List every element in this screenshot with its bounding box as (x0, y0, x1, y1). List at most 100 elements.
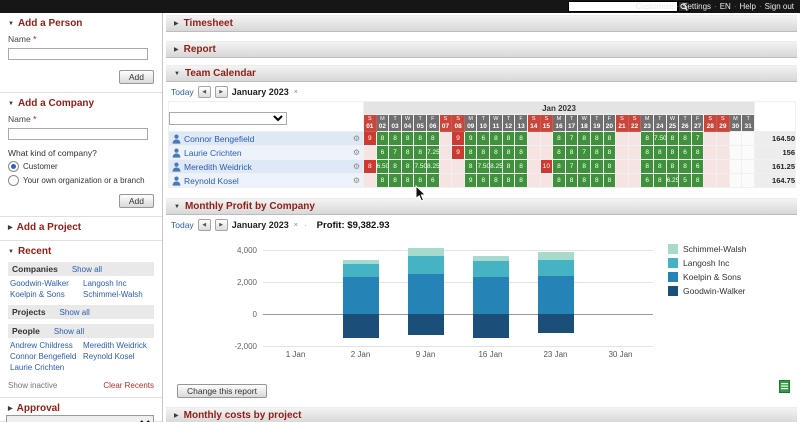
calendar-cell[interactable]: 8 (489, 145, 503, 160)
calendar-cell[interactable]: 8 (552, 145, 566, 160)
calendar-cell[interactable]: 8 (375, 131, 390, 146)
calendar-cell[interactable]: 8.25 (489, 159, 503, 174)
recent-header[interactable]: ▼ Recent (8, 246, 154, 257)
section-monthly-profit[interactable]: ▼ Monthly Profit by Company (166, 198, 797, 215)
show-inactive-link[interactable]: Show inactive (8, 381, 57, 390)
bar-segment-goodwin-walker[interactable] (537, 314, 574, 334)
calendar-cell[interactable]: 8 (602, 131, 617, 146)
gear-icon[interactable]: ⚙ (353, 175, 360, 187)
calendar-cell[interactable] (703, 145, 718, 160)
calendar-cell[interactable]: 9 (451, 131, 465, 146)
calendar-cell[interactable]: 8 (640, 145, 655, 160)
calendar-cell[interactable] (627, 159, 642, 174)
calendar-cell[interactable]: 8 (552, 173, 566, 188)
recent-item-connor-bengefield[interactable]: Connor Bengefield (10, 352, 79, 361)
calendar-cell[interactable] (728, 131, 743, 146)
calendar-cell[interactable]: 8 (476, 145, 491, 160)
calendar-cell[interactable] (741, 159, 755, 174)
bar-segment-langosh-inc[interactable] (537, 259, 574, 276)
bar-segment-koelpin-sons[interactable] (537, 275, 574, 314)
calendar-cell[interactable] (627, 145, 642, 160)
recent-item-schimmel-walsh[interactable]: Schimmel-Walsh (83, 290, 152, 299)
bar-segment-schimmel-walsh[interactable] (342, 259, 379, 265)
calendar-cell[interactable]: 6 (640, 173, 655, 188)
person-name-input[interactable] (8, 48, 148, 60)
section-report[interactable]: ▶ Report (166, 41, 797, 58)
calendar-cell[interactable]: 9 (463, 173, 478, 188)
approval-header[interactable]: ▶ Approval (8, 403, 154, 414)
calendar-cell[interactable]: 8 (665, 131, 680, 146)
add-person-button[interactable]: Add (118, 70, 154, 84)
calendar-cell[interactable]: 7 (564, 131, 579, 146)
prev-month-button[interactable]: ◀ (197, 219, 211, 231)
change-report-button[interactable]: Change this report (177, 384, 267, 398)
calendar-cell[interactable]: 6 (476, 131, 491, 146)
calendar-cell[interactable]: 8 (640, 131, 655, 146)
calendar-cell[interactable]: 8 (653, 159, 667, 174)
calendar-cell[interactable]: 8 (400, 173, 415, 188)
bar-segment-koelpin-sons[interactable] (407, 274, 444, 314)
calendar-cell[interactable]: 8 (413, 145, 428, 160)
calendar-cell[interactable] (615, 145, 629, 160)
calendar-cell[interactable]: 8 (589, 159, 604, 174)
today-link[interactable]: Today (171, 87, 194, 97)
calendar-cell[interactable] (716, 173, 730, 188)
calendar-cell[interactable]: 8 (400, 159, 415, 174)
calendar-cell[interactable] (716, 159, 730, 174)
calendar-cell[interactable]: 8 (426, 131, 440, 146)
calendar-cell[interactable]: 8 (589, 173, 604, 188)
person-link-connor-bengefield[interactable]: Connor Bengefield (184, 134, 254, 144)
export-spreadsheet-icon[interactable] (779, 380, 790, 398)
person-link-reynold-kosel[interactable]: Reynold Kosel (184, 176, 239, 186)
calendar-cell[interactable]: 7 (388, 145, 402, 160)
calendar-cell[interactable] (451, 159, 465, 174)
calendar-cell[interactable]: 8 (501, 159, 516, 174)
show-all-link[interactable]: Show all (54, 327, 84, 336)
calendar-cell[interactable]: 7.50 (476, 159, 491, 174)
calendar-cell[interactable]: 9 (463, 131, 478, 146)
calendar-cell[interactable] (615, 131, 629, 146)
calendar-cell[interactable] (703, 131, 718, 146)
calendar-cell[interactable]: 8 (501, 131, 516, 146)
calendar-cell[interactable]: 7 (564, 159, 579, 174)
calendar-cell[interactable] (363, 173, 377, 188)
calendar-cell[interactable] (539, 131, 554, 146)
calendar-cell[interactable] (438, 173, 453, 188)
topbar-link-en[interactable]: EN (720, 2, 731, 11)
calendar-cell[interactable] (615, 173, 629, 188)
recent-item-koelpin-sons[interactable]: Koelpin & Sons (10, 290, 79, 299)
calendar-cell[interactable]: 8 (665, 145, 680, 160)
topbar-link-sign-out[interactable]: Sign out (765, 2, 794, 11)
calendar-cell[interactable]: 8 (514, 131, 528, 146)
calendar-cell[interactable]: 8 (552, 131, 566, 146)
today-link[interactable]: Today (171, 220, 194, 230)
calendar-cell[interactable]: 8 (489, 131, 503, 146)
recent-item-andrew-childress[interactable]: Andrew Childress (10, 341, 79, 350)
calendar-cell[interactable]: 8 (678, 131, 692, 146)
person-link-meredith-weidrick[interactable]: Meredith Weidrick (184, 162, 252, 172)
calendar-cell[interactable]: 7.25 (426, 145, 440, 160)
calendar-cell[interactable]: 9 (363, 131, 377, 146)
calendar-cell[interactable] (728, 159, 743, 174)
add-company-button[interactable]: Add (118, 194, 154, 208)
calendar-cell[interactable] (615, 159, 629, 174)
add-company-header[interactable]: ▼ Add a Company (8, 98, 154, 109)
calendar-cell[interactable]: 8 (489, 173, 503, 188)
calendar-cell[interactable]: 8 (363, 159, 377, 174)
calendar-cell[interactable]: 8 (463, 145, 478, 160)
calendar-cell[interactable] (627, 173, 642, 188)
gear-icon[interactable]: ⚙ (353, 133, 360, 145)
bar-segment-langosh-inc[interactable] (342, 264, 379, 278)
calendar-cell[interactable]: 8 (665, 159, 680, 174)
calendar-cell[interactable]: 8 (602, 159, 617, 174)
calendar-cell[interactable] (438, 159, 453, 174)
calendar-cell[interactable]: 8 (602, 145, 617, 160)
calendar-cell[interactable] (451, 173, 465, 188)
calendar-cell[interactable] (741, 173, 755, 188)
next-month-button[interactable]: ▶ (214, 219, 228, 231)
add-project-header[interactable]: ▶ Add a Project (8, 222, 154, 233)
calendar-cell[interactable] (728, 145, 743, 160)
calendar-cell[interactable]: 7 (577, 145, 591, 160)
calendar-cell[interactable] (539, 173, 554, 188)
recent-item-laurie-crichten[interactable]: Laurie Crichten (10, 363, 79, 372)
